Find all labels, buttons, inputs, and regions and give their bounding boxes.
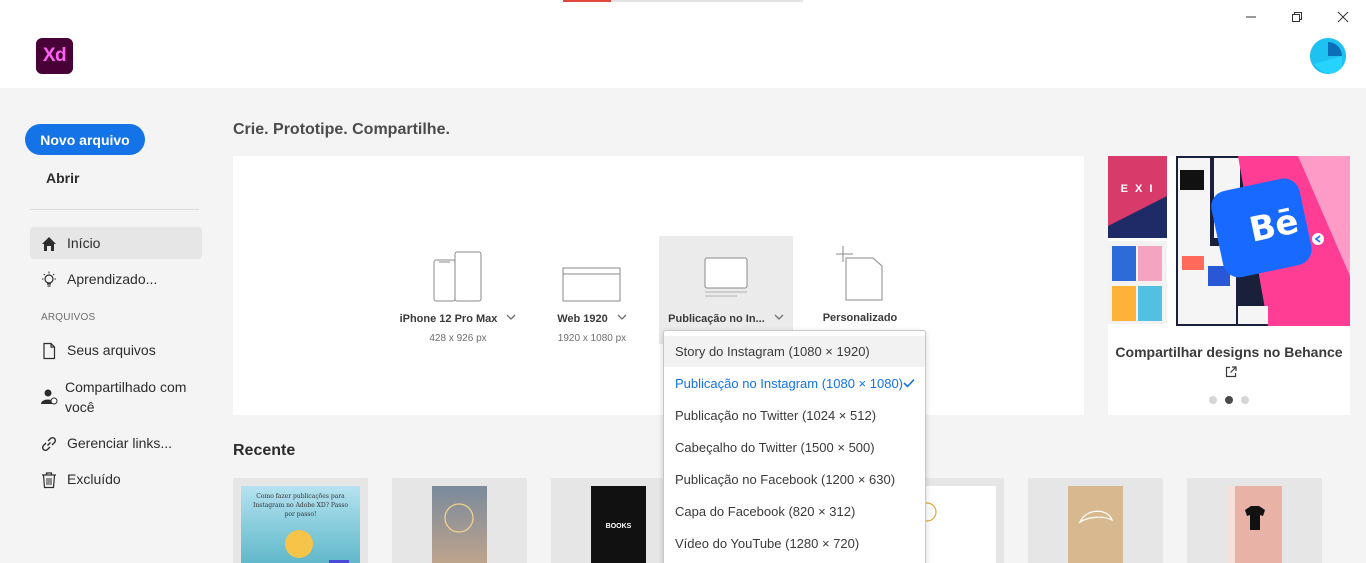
home-icon xyxy=(40,235,58,253)
preset-web-1920[interactable]: Web 1920 1920 x 1080 px xyxy=(525,236,659,344)
behance-promo-card[interactable]: E X I Bē Compartilhar designs no Behance xyxy=(1108,156,1350,415)
carousel-dot[interactable] xyxy=(1209,396,1217,404)
recent-file-card[interactable]: Como fazer publicações para Instagram no… xyxy=(233,478,368,563)
preset-panel: iPhone 12 Pro Max 428 x 926 px Web 1920 … xyxy=(233,156,1084,415)
sidebar-divider xyxy=(30,209,199,210)
behance-promo-image xyxy=(1108,156,1350,326)
lightbulb-icon xyxy=(40,271,58,289)
sidebar-item-label: Início xyxy=(67,235,101,251)
chevron-down-icon[interactable] xyxy=(774,312,784,322)
sidebar-item-learn[interactable]: Aprendizado... xyxy=(30,263,202,295)
shared-user-icon xyxy=(40,388,58,406)
loading-progress-fill xyxy=(563,0,611,2)
preset-iphone-12-pro-max[interactable]: iPhone 12 Pro Max 428 x 926 px xyxy=(391,236,525,344)
sidebar-item-label: Compartilhado com você xyxy=(65,379,187,415)
page-headline: Crie. Prototipe. Compartilhe. xyxy=(233,121,450,138)
sidebar-item-label: Excluído xyxy=(67,471,121,487)
user-avatar[interactable] xyxy=(1310,38,1346,74)
dropdown-item[interactable]: Story do Instagram (1080 × 1920) xyxy=(664,336,925,367)
sidebar-item-your-files[interactable]: Seus arquivos xyxy=(30,334,202,366)
recent-file-thumbnail xyxy=(1227,486,1282,563)
open-button[interactable]: Abrir xyxy=(46,170,79,186)
promo-title[interactable]: Compartilhar designs no Behance xyxy=(1108,342,1350,382)
recent-file-thumbnail: Como fazer publicações para Instagram no… xyxy=(241,486,360,563)
carousel-dot[interactable] xyxy=(1241,396,1249,404)
checkmark-icon xyxy=(903,378,915,388)
browser-window-icon xyxy=(525,236,659,306)
recent-file-thumbnail xyxy=(432,486,487,563)
restore-icon[interactable] xyxy=(1286,6,1308,28)
section-heading-files: ARQUIVOS xyxy=(41,312,96,323)
preset-custom[interactable]: Personalizado xyxy=(793,236,927,344)
carousel-dots xyxy=(1209,396,1249,404)
dropdown-item[interactable]: Publicação no Facebook (1200 × 630) xyxy=(664,464,925,495)
preset-name: Publicação no In... xyxy=(659,312,793,325)
preset-size: 428 x 926 px xyxy=(429,333,487,344)
sidebar-item-label: Aprendizado... xyxy=(67,271,158,287)
new-file-button[interactable]: Novo arquivo xyxy=(25,124,145,155)
preset-social-media[interactable]: Publicação no In... xyxy=(659,236,793,344)
carousel-dot-active[interactable] xyxy=(1225,396,1233,404)
recent-file-card[interactable] xyxy=(1028,478,1163,563)
recent-file-card[interactable] xyxy=(392,478,527,563)
preset-name: Web 1920 xyxy=(525,312,659,325)
preset-size-dropdown: Story do Instagram (1080 × 1920) Publica… xyxy=(663,330,926,563)
minimize-icon[interactable] xyxy=(1240,6,1262,28)
sidebar-item-manage-links[interactable]: Gerenciar links... xyxy=(30,427,202,459)
document-icon xyxy=(40,342,58,360)
external-link-icon xyxy=(1225,366,1237,378)
custom-size-icon xyxy=(793,236,927,306)
promo-thumb-text: E X I xyxy=(1120,183,1155,195)
dropdown-item[interactable]: Capa do Facebook (820 × 312) xyxy=(664,496,925,527)
recent-section-title: Recente xyxy=(233,442,296,459)
trash-icon xyxy=(40,471,58,489)
preset-name: iPhone 12 Pro Max xyxy=(391,312,525,325)
recent-file-card[interactable] xyxy=(1187,478,1322,563)
preset-size: 1920 x 1080 px xyxy=(557,333,627,344)
sidebar-item-label: Seus arquivos xyxy=(67,342,156,358)
recent-file-thumbnail: BOOKS xyxy=(591,486,646,563)
close-icon[interactable] xyxy=(1332,6,1354,28)
dropdown-item-selected[interactable]: Publicação no Instagram (1080 × 1080) xyxy=(664,368,925,399)
phone-device-icon xyxy=(391,236,525,306)
dropdown-item[interactable]: Cabeçalho do Twitter (1500 × 500) xyxy=(664,432,925,463)
social-post-icon xyxy=(659,236,793,306)
title-bar: Xd xyxy=(0,0,1366,88)
chevron-down-icon[interactable] xyxy=(506,312,516,322)
dropdown-item[interactable]: Publicação no Twitter (1024 × 512) xyxy=(664,400,925,431)
preset-name: Personalizado xyxy=(822,312,898,324)
sidebar: Novo arquivo Abrir Início Aprendizado...… xyxy=(0,88,215,563)
sidebar-item-deleted[interactable]: Excluído xyxy=(30,463,202,495)
sidebar-item-home[interactable]: Início xyxy=(30,227,202,259)
dropdown-item[interactable]: Vídeo do YouTube (1280 × 720) xyxy=(664,528,925,559)
sidebar-item-label: Gerenciar links... xyxy=(67,435,173,451)
xd-logo: Xd xyxy=(36,38,73,74)
link-icon xyxy=(40,435,58,453)
sidebar-item-shared[interactable]: Compartilhado com você xyxy=(30,375,202,419)
loading-progress-bar xyxy=(563,0,803,2)
recent-file-thumbnail xyxy=(1068,486,1123,563)
chevron-down-icon[interactable] xyxy=(617,312,627,322)
